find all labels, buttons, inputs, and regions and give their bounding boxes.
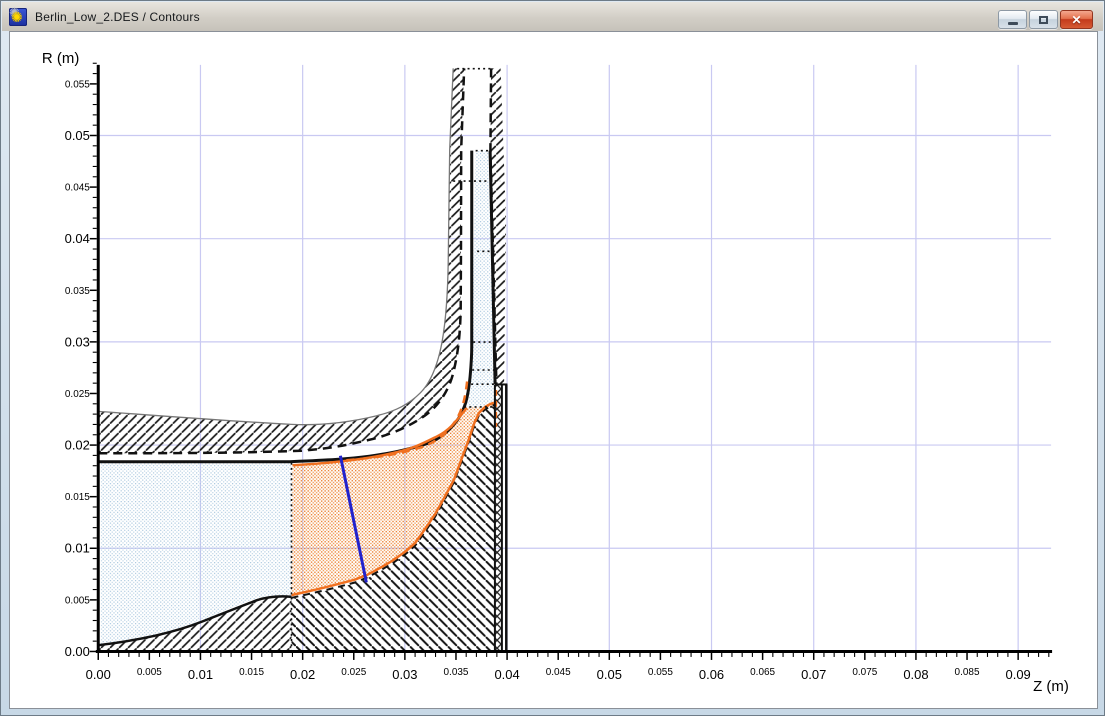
y-tick-label: 0.01 (65, 541, 90, 556)
window-title: Berlin_Low_2.DES / Contours (35, 10, 200, 24)
region-focus-electrode (98, 68, 464, 453)
y-tick-label: 0.035 (65, 286, 90, 297)
x-tick-label: 0.00 (86, 667, 111, 682)
titlebar[interactable]: ✺ ✺ Berlin_Low_2.DES / Contours ✕ (2, 2, 1103, 31)
app-window: ✺ ✺ Berlin_Low_2.DES / Contours ✕ (0, 0, 1105, 716)
x-tick-label: 0.06 (699, 667, 724, 682)
x-tick-label: 0.005 (137, 667, 162, 678)
x-tick-label: 0.075 (852, 667, 877, 678)
plot-client-area: 0.00 0.005 0.01 0.015 0.02 0.025 0.03 0.035 0.04… (9, 31, 1098, 709)
x-tick-label: 0.085 (955, 667, 980, 678)
contour-focus-electrode-dashed (98, 68, 464, 453)
app-icon: ✺ ✺ (9, 8, 27, 26)
y-tick-label: 0.055 (65, 79, 90, 90)
y-tick-label: 0.04 (65, 231, 90, 246)
x-tick-label: 0.055 (648, 667, 673, 678)
window-controls: ✕ (998, 10, 1093, 29)
y-tick-label: 0.02 (65, 438, 90, 453)
y-tick-label: 0.00 (65, 644, 90, 659)
x-axis-title: Z (m) (1033, 678, 1069, 695)
x-tick-label: 0.01 (188, 667, 213, 682)
x-tick-label: 0.05 (597, 667, 622, 682)
close-button[interactable]: ✕ (1060, 10, 1093, 29)
x-tick-label: 0.025 (341, 667, 366, 678)
x-tick-label: 0.07 (801, 667, 826, 682)
y-tick-label: 0.03 (65, 334, 90, 349)
maximize-icon (1039, 16, 1048, 24)
x-tick-label: 0.04 (494, 667, 519, 682)
y-tick-label: 0.005 (65, 595, 90, 606)
x-tick-label: 0.015 (239, 667, 264, 678)
x-tick-label: 0.02 (290, 667, 315, 682)
gear-icon: ✺ (11, 9, 23, 26)
y-tick-label: 0.015 (65, 492, 90, 503)
minimize-icon (1008, 22, 1018, 25)
x-tick-label: 0.03 (392, 667, 417, 682)
x-tick-label: 0.035 (443, 667, 468, 678)
y-tick-label: 0.025 (65, 389, 90, 400)
edge-focus-electrode-outer (98, 68, 453, 424)
y-tick-label: 0.05 (65, 128, 90, 143)
x-tick-label: 0.045 (546, 667, 571, 678)
plot-canvas[interactable]: 0.00 0.005 0.01 0.015 0.02 0.025 0.03 0.035 0.04… (10, 32, 1097, 708)
x-tick-label: 0.065 (750, 667, 775, 678)
y-axis-title: R (m) (42, 50, 79, 67)
minimize-button[interactable] (998, 10, 1027, 29)
y-tick-label: 0.045 (65, 183, 90, 194)
x-tick-label: 0.09 (1006, 667, 1031, 682)
maximize-button[interactable] (1029, 10, 1058, 29)
close-icon: ✕ (1071, 14, 1081, 26)
x-tick-label: 0.08 (903, 667, 928, 682)
